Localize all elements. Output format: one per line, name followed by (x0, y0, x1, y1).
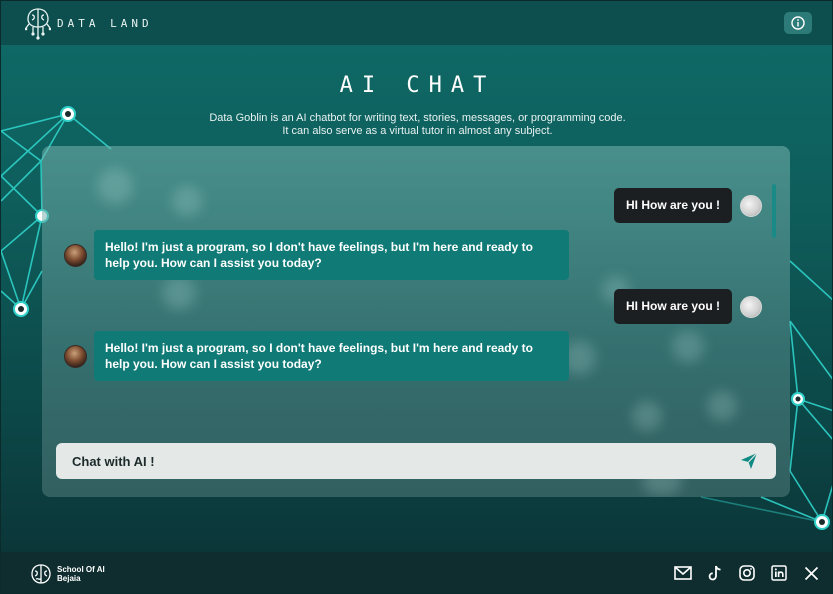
chat-scrollbar[interactable] (772, 184, 776, 238)
instagram-link[interactable] (738, 564, 756, 582)
ai-avatar (64, 244, 87, 267)
footer: School Of AI Bejaia (1, 552, 832, 593)
chat-input[interactable] (72, 453, 738, 469)
tiktok-link[interactable] (706, 564, 724, 582)
ai-message: Hello! I'm just a program, so I don't ha… (94, 331, 569, 381)
mail-icon (674, 566, 692, 580)
send-icon (741, 452, 758, 469)
page-subtitle: Data Goblin is an AI chatbot for writing… (1, 112, 832, 138)
header: DATA LAND (1, 1, 832, 45)
logo-text: DATA LAND (57, 16, 153, 30)
ai-message: Hello! I'm just a program, so I don't ha… (94, 230, 569, 280)
subtitle-line-1: Data Goblin is an AI chatbot for writing… (209, 112, 626, 124)
linkedin-icon (771, 565, 787, 581)
info-button[interactable] (784, 12, 812, 34)
ai-avatar (64, 345, 87, 368)
x-link[interactable] (802, 564, 820, 582)
footer-logo-line-1: School Of AI (57, 564, 105, 574)
logo[interactable]: DATA LAND (25, 6, 153, 40)
linkedin-link[interactable] (770, 564, 788, 582)
x-icon (804, 566, 818, 580)
send-button[interactable] (738, 450, 760, 472)
brain-icon (31, 563, 51, 584)
mail-link[interactable] (674, 564, 692, 582)
subtitle-line-2: It can also serve as a virtual tutor in … (282, 125, 553, 137)
page-title: AI CHAT (339, 73, 496, 98)
bokeh-light (632, 401, 662, 431)
bokeh-light (707, 391, 737, 421)
instagram-icon (739, 565, 755, 581)
user-message: HI How are you ! (613, 289, 732, 324)
bokeh-light (172, 186, 202, 216)
chat-panel: HI How are you ! Hello! I'm just a progr… (42, 146, 790, 497)
chat-input-bar (56, 443, 776, 479)
footer-logo-text: School Of AI Bejaia (57, 565, 105, 583)
bokeh-light (97, 168, 133, 204)
bokeh-light (162, 276, 196, 310)
user-message: HI How are you ! (613, 188, 732, 223)
bokeh-light (672, 331, 704, 363)
info-icon (791, 16, 805, 30)
tiktok-icon (708, 565, 721, 581)
footer-logo-line-2: Bejaia (57, 573, 81, 583)
user-avatar (740, 195, 762, 217)
page: DATA LAND AI CHAT Data Goblin is an AI c… (0, 0, 833, 594)
brain-circuit-icon (25, 8, 51, 40)
social-links (674, 564, 820, 582)
footer-logo[interactable]: School Of AI Bejaia (29, 562, 105, 586)
user-avatar (740, 296, 762, 318)
